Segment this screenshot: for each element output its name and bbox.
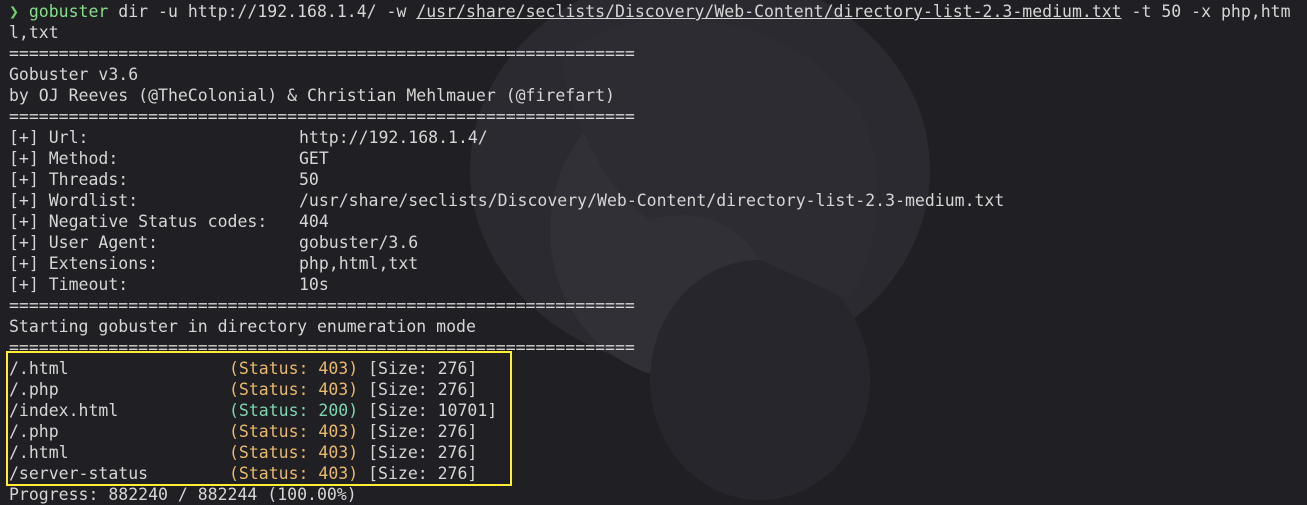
config-row: [+] Url: http://192.168.1.4/: [9, 127, 1301, 148]
config-value: GET: [299, 149, 329, 168]
config-row: [+] Method: GET: [9, 148, 1301, 169]
result-row: /.php (Status: 403) [Size: 276]: [9, 421, 1301, 442]
config-key: [+] Method:: [9, 149, 119, 168]
prompt-icon: ❯: [9, 2, 19, 21]
result-size: [Size: 10701]: [368, 401, 498, 420]
config-row: [+] Extensions: php,html,txt: [9, 253, 1301, 274]
result-row: /.html (Status: 403) [Size: 276]: [9, 358, 1301, 379]
wordlist-path-link[interactable]: /usr/share/seclists/Discovery/Web-Conten…: [416, 2, 1121, 21]
config-value: php,html,txt: [299, 254, 419, 273]
start-message: Starting gobuster in directory enumerati…: [9, 317, 476, 336]
result-path: /server-status: [9, 464, 149, 483]
result-row: /.php (Status: 403) [Size: 276]: [9, 379, 1301, 400]
config-row: [+] Negative Status codes: 404: [9, 211, 1301, 232]
separator: ========================================…: [9, 107, 635, 126]
config-row: [+] Wordlist: /usr/share/seclists/Discove…: [9, 190, 1301, 211]
result-row: /server-status (Status: 403) [Size: 276]: [9, 463, 1301, 484]
separator: ========================================…: [9, 296, 635, 315]
command-line: ❯ gobuster dir -u http://192.168.1.4/ -w…: [9, 1, 1301, 22]
result-status: (Status: 403): [229, 380, 359, 399]
config-value: 50: [299, 170, 319, 189]
result-path: /.php: [9, 380, 59, 399]
config-value: http://192.168.1.4/: [299, 128, 488, 147]
command-args-tail: -t 50 -x php,htm: [1121, 2, 1291, 21]
command-line-wrap: l,txt: [9, 23, 59, 42]
result-path: /.php: [9, 422, 59, 441]
result-status: (Status: 403): [229, 443, 359, 462]
result-size: [Size: 276]: [368, 443, 478, 462]
result-row: /index.html (Status: 200) [Size: 10701]: [9, 400, 1301, 421]
result-size: [Size: 276]: [368, 359, 478, 378]
result-path: /.html: [9, 443, 69, 462]
config-value: gobuster/3.6: [299, 233, 419, 252]
command-args: dir -u http://192.168.1.4/ -w: [108, 2, 417, 21]
result-status: (Status: 200): [229, 401, 359, 420]
banner-authors: by OJ Reeves (@TheColonial) & Christian …: [9, 86, 615, 105]
result-status: (Status: 403): [229, 359, 359, 378]
config-key: [+] Extensions:: [9, 254, 159, 273]
banner-version: Gobuster v3.6: [9, 65, 139, 84]
progress-line: Progress: 882240 / 882244 (100.00%): [9, 485, 357, 504]
result-size: [Size: 276]: [368, 464, 478, 483]
result-status: (Status: 403): [229, 422, 359, 441]
config-row: [+] Threads: 50: [9, 169, 1301, 190]
result-path: /.html: [9, 359, 69, 378]
config-key: [+] Negative Status codes:: [9, 212, 268, 231]
config-row: [+] Timeout: 10s: [9, 274, 1301, 295]
config-key: [+] Threads:: [9, 170, 129, 189]
result-path: /index.html: [9, 401, 119, 420]
config-key: [+] Url:: [9, 128, 89, 147]
config-key: [+] Timeout:: [9, 275, 129, 294]
result-size: [Size: 276]: [368, 422, 478, 441]
result-status: (Status: 403): [229, 464, 359, 483]
separator: ========================================…: [9, 338, 635, 357]
config-value: 10s: [299, 275, 329, 294]
terminal-output: ❯ gobuster dir -u http://192.168.1.4/ -w…: [9, 1, 1301, 505]
config-value: /usr/share/seclists/Discovery/Web-Conten…: [299, 191, 1005, 210]
config-key: [+] Wordlist:: [9, 191, 139, 210]
config-value: 404: [299, 212, 329, 231]
config-key: [+] User Agent:: [9, 233, 159, 252]
separator: ========================================…: [9, 44, 635, 63]
config-row: [+] User Agent: gobuster/3.6: [9, 232, 1301, 253]
command-program: gobuster: [28, 2, 109, 21]
result-size: [Size: 276]: [368, 380, 478, 399]
result-row: /.html (Status: 403) [Size: 276]: [9, 442, 1301, 463]
